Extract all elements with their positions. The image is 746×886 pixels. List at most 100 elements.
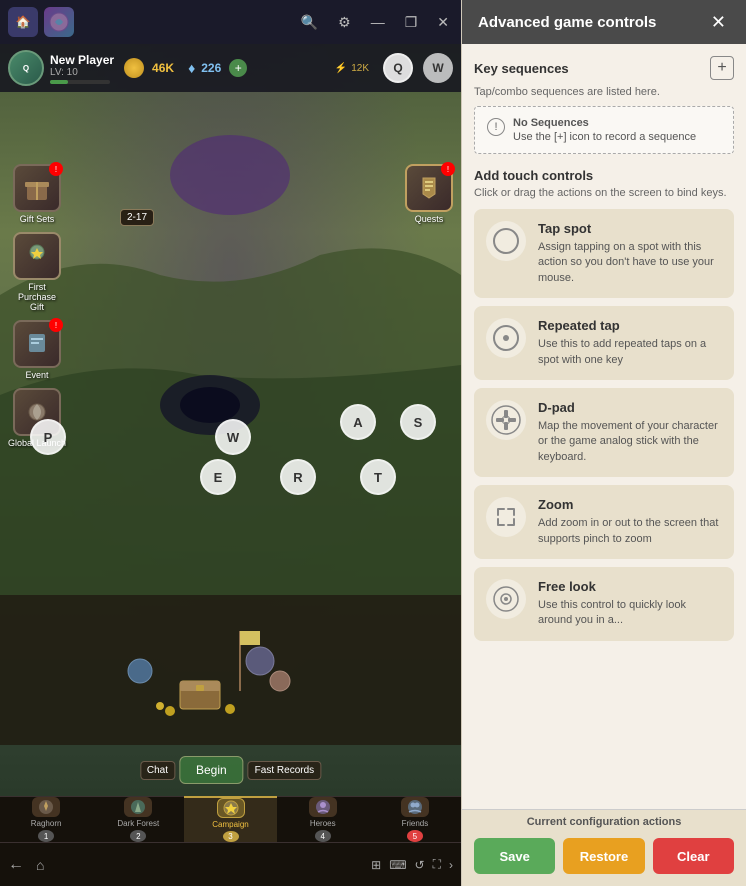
gold-count: 46K: [152, 61, 174, 75]
side-gift-sets[interactable]: ! Gift Sets: [8, 164, 66, 224]
hotkey-a[interactable]: A: [340, 404, 376, 440]
friends-icon: [401, 797, 429, 817]
dpad-desc: Map the movement of your character or th…: [538, 419, 722, 465]
tap-spot-icon: [486, 221, 526, 261]
resize-btn[interactable]: ⊞: [371, 858, 381, 872]
zoom-card[interactable]: Zoom Add zoom in or out to the screen th…: [474, 485, 734, 559]
repeated-tap-icon: [486, 318, 526, 358]
player-name: New Player: [50, 53, 114, 67]
tap-spot-card[interactable]: Tap spot Assign tapping on a spot with t…: [474, 209, 734, 298]
quests-item[interactable]: ! Quests: [405, 164, 453, 224]
darkforest-num: 2: [130, 830, 146, 842]
gift-badge: !: [49, 162, 63, 176]
tab-heroes[interactable]: Heroes 4: [277, 796, 369, 842]
heroes-icon: [309, 797, 337, 817]
next-btn[interactable]: ›: [449, 858, 453, 872]
repeated-tap-content: Repeated tap Use this to add repeated ta…: [538, 318, 722, 368]
level-badge: 2-17: [120, 209, 154, 226]
first-purchase-label: First Purchase Gift: [12, 282, 62, 312]
panel-header: Advanced game controls ✕: [462, 0, 746, 44]
minimize-btn[interactable]: —: [367, 12, 389, 32]
raghorn-icon: [32, 797, 60, 817]
window-close-btn[interactable]: ✕: [433, 12, 453, 33]
system-bar: ← ⌂ ⊞ ⌨ ↺ ⛶ ›: [0, 842, 461, 886]
search-btn[interactable]: 🔍: [297, 12, 322, 33]
home-icon[interactable]: 🏠: [8, 7, 38, 37]
hotkey-t[interactable]: T: [360, 459, 396, 495]
fullscreen-btn[interactable]: ⛶: [433, 857, 441, 872]
game-panel: 🏠 🔍 ⚙ — ❐ ✕ Q New Player LV: 10 46K: [0, 0, 461, 886]
tap-spot-name: Tap spot: [538, 221, 722, 236]
repeated-tap-card[interactable]: Repeated tap Use this to add repeated ta…: [474, 306, 734, 380]
key-sequences-desc: Tap/combo sequences are listed here.: [474, 86, 734, 98]
free-look-card[interactable]: Free look Use this control to quickly lo…: [474, 567, 734, 641]
footer-label: Current configuration actions: [462, 810, 746, 832]
friends-label: Friends: [402, 819, 429, 828]
right-menu: ! Quests: [405, 164, 453, 224]
tap-spot-content: Tap spot Assign tapping on a spot with t…: [538, 221, 722, 286]
game-area[interactable]: ! Gift Sets First Purchase Gift: [0, 44, 461, 796]
restore-button[interactable]: Restore: [563, 838, 644, 874]
panel-close-btn[interactable]: ✕: [707, 10, 730, 35]
add-resources-btn[interactable]: +: [229, 59, 247, 77]
darkforest-icon: [124, 797, 152, 817]
campaign-icon: [217, 798, 245, 818]
dpad-card[interactable]: D-pad Map the movement of your character…: [474, 388, 734, 477]
zoom-name: Zoom: [538, 497, 722, 512]
raghorn-num: 1: [38, 830, 54, 842]
power-display: 12K: [351, 63, 369, 74]
nav-tabs: Raghorn 1 Dark Forest 2 Campaign 3: [0, 796, 461, 842]
top-bar: 🏠 🔍 ⚙ — ❐ ✕: [0, 0, 461, 44]
campaign-num: 3: [223, 831, 239, 842]
zoom-desc: Add zoom in or out to the screen that su…: [538, 516, 722, 547]
player-info: New Player LV: 10: [50, 53, 114, 84]
heroes-label: Heroes: [310, 819, 336, 828]
home-sys-btn[interactable]: ⌂: [36, 857, 44, 873]
repeated-tap-name: Repeated tap: [538, 318, 722, 333]
save-button[interactable]: Save: [474, 838, 555, 874]
keyboard-btn[interactable]: ⌨: [389, 858, 406, 872]
dpad-icon: [486, 400, 526, 440]
tab-darkforest[interactable]: Dark Forest 2: [92, 796, 184, 842]
event-label: Event: [26, 370, 49, 380]
side-event[interactable]: ! Event: [8, 320, 66, 380]
free-look-name: Free look: [538, 579, 722, 594]
power-icon: [124, 58, 144, 78]
repeated-tap-desc: Use this to add repeated taps on a spot …: [538, 337, 722, 368]
no-sequences-box: ! No Sequences Use the [+] icon to recor…: [474, 106, 734, 154]
begin-btn[interactable]: Begin: [179, 756, 244, 784]
hotkey-w[interactable]: W: [215, 419, 251, 455]
hotkey-p[interactable]: P: [30, 419, 66, 455]
panel-footer: Current configuration actions Save Resto…: [462, 809, 746, 886]
dpad-name: D-pad: [538, 400, 722, 415]
back-btn[interactable]: ←: [8, 856, 24, 874]
tab-friends[interactable]: Friends 5: [369, 796, 461, 842]
fast-records-btn[interactable]: Fast Records: [248, 761, 321, 780]
advanced-panel: Advanced game controls ✕ Key sequences +…: [461, 0, 746, 886]
hotkey-w-top[interactable]: W: [423, 53, 453, 83]
game-icon[interactable]: [44, 7, 74, 37]
window-controls: 🔍 ⚙ — ❐ ✕: [297, 12, 453, 33]
hotkey-s[interactable]: S: [400, 404, 436, 440]
add-sequence-btn[interactable]: +: [710, 56, 734, 80]
no-sequences-title: No Sequences: [513, 117, 696, 129]
zoom-icon: [486, 497, 526, 537]
tab-raghorn[interactable]: Raghorn 1: [0, 796, 92, 842]
settings-btn[interactable]: ⚙: [334, 12, 355, 33]
clear-button[interactable]: Clear: [653, 838, 734, 874]
hotkey-r[interactable]: R: [280, 459, 316, 495]
diamond-count: 226: [201, 61, 221, 75]
hotkey-e[interactable]: E: [200, 459, 236, 495]
free-look-icon: [486, 579, 526, 619]
side-first-purchase[interactable]: First Purchase Gift: [8, 232, 66, 312]
darkforest-label: Dark Forest: [117, 819, 159, 828]
rotate-btn[interactable]: ↺: [415, 858, 425, 872]
chat-btn[interactable]: Chat: [140, 761, 175, 780]
quests-label: Quests: [415, 214, 444, 224]
player-avatar: Q: [8, 50, 44, 86]
bottom-nav: Raghorn 1 Dark Forest 2 Campaign 3: [0, 796, 461, 886]
tab-campaign[interactable]: Campaign 3: [184, 796, 276, 842]
maximize-btn[interactable]: ❐: [401, 12, 422, 33]
hotkey-q-top[interactable]: Q: [383, 53, 413, 83]
gift-label: Gift Sets: [20, 214, 55, 224]
